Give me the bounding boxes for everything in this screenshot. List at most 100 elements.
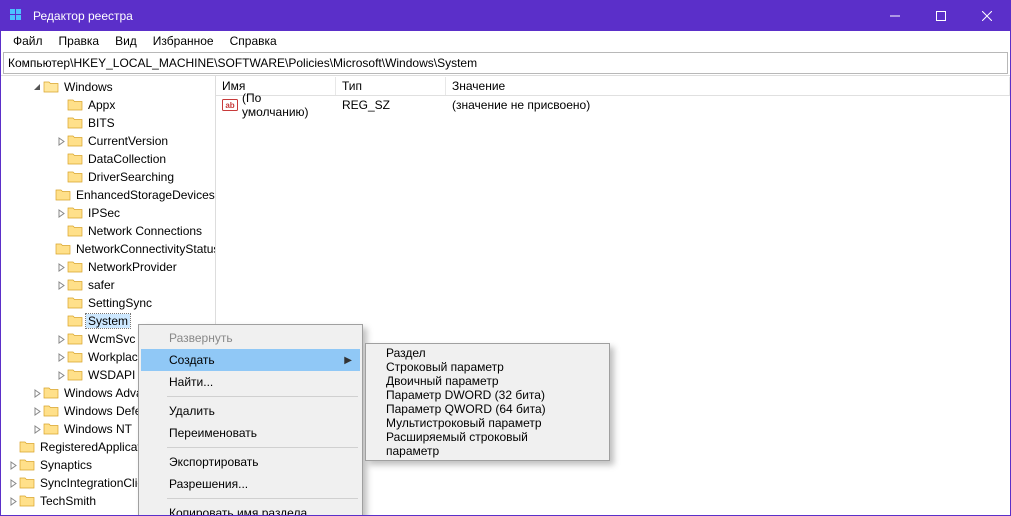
expander-icon[interactable] xyxy=(55,353,67,362)
expander-icon[interactable] xyxy=(31,425,43,434)
address-text: Компьютер\HKEY_LOCAL_MACHINE\SOFTWARE\Po… xyxy=(8,56,477,70)
tree-item[interactable]: safer xyxy=(1,276,215,294)
folder-icon xyxy=(67,296,83,310)
folder-icon xyxy=(67,134,83,148)
col-value[interactable]: Значение xyxy=(446,77,1010,95)
menu-item-label: Переименовать xyxy=(169,426,257,440)
menu-item-label: Создать xyxy=(169,353,215,367)
tree-item[interactable]: IPSec xyxy=(1,204,215,222)
menu-item-label: Найти... xyxy=(169,375,213,389)
context-menu-item[interactable]: Мультистроковый параметр xyxy=(368,416,607,430)
tree-item[interactable]: EnhancedStorageDevices xyxy=(1,186,215,204)
folder-icon xyxy=(43,80,59,94)
tree-label: EnhancedStorageDevices xyxy=(74,188,216,202)
tree-label: WcmSvc xyxy=(86,332,137,346)
expander-icon[interactable] xyxy=(55,263,67,272)
tree-item[interactable]: Windows xyxy=(1,78,215,96)
context-menu-item[interactable]: Разрешения... xyxy=(141,473,360,495)
registry-editor-window: Редактор реестра Файл Правка Вид Избранн… xyxy=(0,0,1011,516)
tree-label: BITS xyxy=(86,116,117,130)
context-menu-item[interactable]: Создать ▶ xyxy=(141,349,360,371)
expander-icon[interactable] xyxy=(55,335,67,344)
context-menu-item[interactable]: Двоичный параметр xyxy=(368,374,607,388)
tree-item[interactable]: Network Connections xyxy=(1,222,215,240)
folder-icon xyxy=(43,404,59,418)
context-menu-item[interactable]: Экспортировать xyxy=(141,451,360,473)
address-bar[interactable]: Компьютер\HKEY_LOCAL_MACHINE\SOFTWARE\Po… xyxy=(3,52,1008,74)
menu-help[interactable]: Справка xyxy=(222,32,285,50)
expander-icon[interactable] xyxy=(55,371,67,380)
close-button[interactable] xyxy=(964,1,1010,31)
expander-icon[interactable] xyxy=(55,209,67,218)
expander-icon[interactable] xyxy=(31,389,43,398)
folder-icon xyxy=(43,422,59,436)
context-menu: Развернуть Создать ▶ Найти... Удалить Переиме… xyxy=(138,324,363,516)
menu-item-label: Строковый параметр xyxy=(386,360,504,374)
menu-separator xyxy=(167,498,358,499)
tree-label: DriverSearching xyxy=(86,170,176,184)
col-type[interactable]: Тип xyxy=(336,77,446,95)
minimize-button[interactable] xyxy=(872,1,918,31)
tree-label: Appx xyxy=(86,98,117,112)
context-menu-item[interactable]: Параметр QWORD (64 бита) xyxy=(368,402,607,416)
tree-item[interactable]: BITS xyxy=(1,114,215,132)
tree-label: NetworkProvider xyxy=(86,260,179,274)
context-menu-item[interactable]: Параметр DWORD (32 бита) xyxy=(368,388,607,402)
tree-item[interactable]: CurrentVersion xyxy=(1,132,215,150)
menu-item-label: Мультистроковый параметр xyxy=(386,416,542,430)
folder-icon xyxy=(67,206,83,220)
menu-item-label: Раздел xyxy=(386,346,426,360)
tree-item[interactable]: DataCollection xyxy=(1,150,215,168)
context-menu-item[interactable]: Раздел xyxy=(368,346,607,360)
tree-item[interactable]: NetworkConnectivityStatus xyxy=(1,240,215,258)
list-row[interactable]: ab (По умолчанию) REG_SZ (значение не пр… xyxy=(216,96,1010,114)
menu-file[interactable]: Файл xyxy=(5,32,51,50)
expander-icon[interactable] xyxy=(31,83,43,92)
expander-icon[interactable] xyxy=(55,281,67,290)
expander-icon[interactable] xyxy=(55,137,67,146)
menu-item-label: Развернуть xyxy=(169,331,233,345)
context-menu-item[interactable]: Строковый параметр xyxy=(368,360,607,374)
folder-icon xyxy=(67,368,83,382)
maximize-button[interactable] xyxy=(918,1,964,31)
menu-favorites[interactable]: Избранное xyxy=(145,32,222,50)
tree-label: IPSec xyxy=(86,206,122,220)
folder-icon xyxy=(55,242,71,256)
tree-item[interactable]: Appx xyxy=(1,96,215,114)
expander-icon[interactable] xyxy=(31,407,43,416)
folder-icon xyxy=(67,350,83,364)
folder-icon xyxy=(19,458,35,472)
menu-item-label: Двоичный параметр xyxy=(386,374,499,388)
context-menu-item[interactable]: Переименовать xyxy=(141,422,360,444)
context-menu-item[interactable]: Расширяемый строковый параметр xyxy=(368,430,607,458)
tree-item[interactable]: SettingSync xyxy=(1,294,215,312)
tree-label: Windows xyxy=(62,80,115,94)
cell-value: (значение не присвоено) xyxy=(446,98,1010,112)
menu-item-label: Копировать имя раздела xyxy=(169,506,307,516)
tree-item[interactable]: NetworkProvider xyxy=(1,258,215,276)
folder-icon xyxy=(67,332,83,346)
folder-icon xyxy=(67,116,83,130)
title-bar: Редактор реестра xyxy=(1,1,1010,31)
menu-separator xyxy=(167,447,358,448)
menu-item-label: Параметр DWORD (32 бита) xyxy=(386,388,545,402)
tree-item[interactable]: DriverSearching xyxy=(1,168,215,186)
context-menu-item[interactable]: Найти... xyxy=(141,371,360,393)
context-menu-item[interactable]: Копировать имя раздела xyxy=(141,502,360,516)
folder-icon xyxy=(19,494,35,508)
expander-icon[interactable] xyxy=(7,479,19,488)
expander-icon[interactable] xyxy=(7,461,19,470)
tree-label: CurrentVersion xyxy=(86,134,170,148)
folder-icon xyxy=(43,386,59,400)
tree-label: Synaptics xyxy=(38,458,94,472)
tree-label: Windows NT xyxy=(62,422,134,436)
expander-icon[interactable] xyxy=(7,497,19,506)
context-menu-item[interactable]: Удалить xyxy=(141,400,360,422)
submenu-arrow-icon: ▶ xyxy=(344,355,352,366)
menu-view[interactable]: Вид xyxy=(107,32,145,50)
app-icon xyxy=(9,8,25,24)
folder-icon xyxy=(67,224,83,238)
context-menu-item: Развернуть xyxy=(141,327,360,349)
menu-item-label: Расширяемый строковый параметр xyxy=(386,430,528,458)
menu-edit[interactable]: Правка xyxy=(51,32,108,50)
